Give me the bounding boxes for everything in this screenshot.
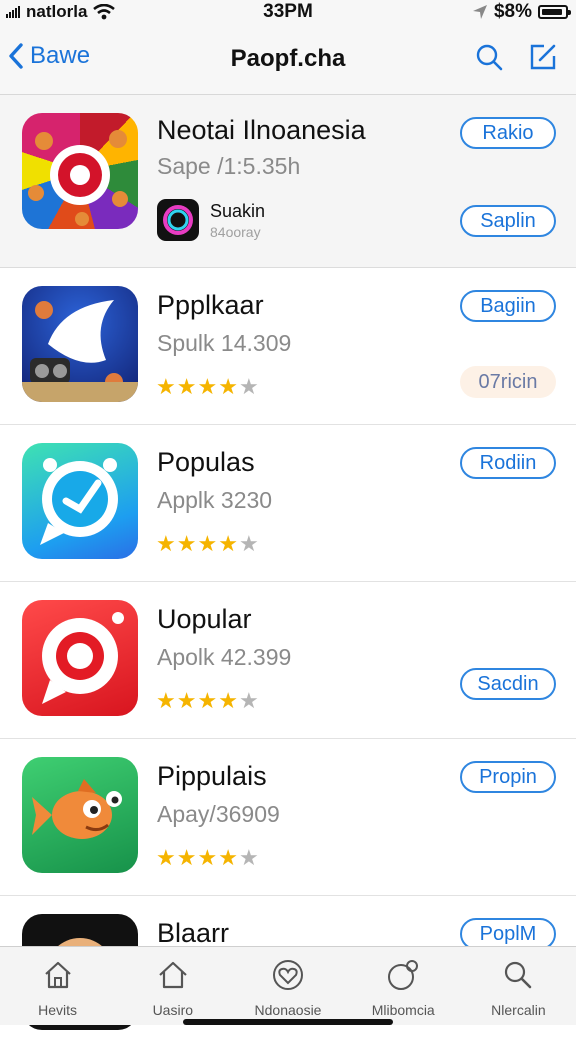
featured-mini-title: Suakin xyxy=(210,201,266,221)
app-icon[interactable] xyxy=(22,443,138,559)
rating-stars: ★ ★ ★ ★ ★ xyxy=(156,531,259,556)
compose-icon[interactable] xyxy=(528,42,558,72)
rating-stars: ★ ★ ★ ★ ★ xyxy=(156,374,259,399)
app-get-button[interactable]: Rodiin xyxy=(460,447,556,479)
featured-app-name: Neotai Ilnoanesia xyxy=(157,115,366,145)
app-subtitle: Apolk 42.399 xyxy=(157,644,292,670)
featured-mini-app-icon[interactable] xyxy=(157,199,199,241)
tab-label: Nlercalin xyxy=(491,1002,546,1018)
tab-nlercalin[interactable]: Nlercalin xyxy=(461,947,576,1025)
tab-bar: Hevits Uasiro Ndonaosie Mlibomcia Nlerca… xyxy=(0,946,576,1025)
home-icon xyxy=(44,961,71,989)
navigation-bar: Bawe Paopf.cha xyxy=(0,26,576,95)
house-icon xyxy=(159,961,187,989)
app-secondary-button[interactable]: 07ricin xyxy=(460,366,556,398)
battery-icon xyxy=(538,5,571,19)
app-icon[interactable] xyxy=(22,286,138,402)
app-name: Ppplkaar xyxy=(157,290,264,320)
app-row[interactable]: Pippulais Apay/36909 ★ ★ ★ ★ ★ Propin xyxy=(0,739,576,896)
status-right: $8% xyxy=(472,1,571,23)
status-bar: natlorla 33PM $8% xyxy=(0,0,576,26)
search-icon xyxy=(505,961,532,989)
featured-app-subtitle: Sape /1:5.35h xyxy=(157,153,301,179)
tab-label: Hevits xyxy=(38,1002,78,1018)
app-row[interactable]: Uopular Apolk 42.399 ★ ★ ★ ★ ★ Sacdin xyxy=(0,582,576,739)
app-name: Pippulais xyxy=(157,761,267,791)
tab-hevits[interactable]: Hevits xyxy=(0,947,115,1025)
featured-mini-button[interactable]: Saplin xyxy=(460,205,556,237)
profile-icon xyxy=(388,960,419,990)
heart-icon xyxy=(273,960,303,990)
app-icon[interactable] xyxy=(22,757,138,873)
location-arrow-icon xyxy=(472,5,487,19)
app-name: Populas xyxy=(157,447,255,477)
featured-app-card[interactable]: Neotai Ilnoanesia Sape /1:5.35h Rakio Su… xyxy=(0,95,576,268)
ring-icon xyxy=(163,205,193,235)
app-subtitle: Spulk 14.309 xyxy=(157,330,292,356)
app-icon[interactable] xyxy=(22,600,138,716)
tab-ndonaosie[interactable]: Ndonaosie xyxy=(230,947,345,1025)
app-subtitle: Applk 3230 xyxy=(157,487,273,513)
home-indicator[interactable] xyxy=(183,1019,393,1025)
featured-get-button[interactable]: Rakio xyxy=(460,117,556,149)
battery-percent: $8% xyxy=(493,1,532,22)
tab-label: Uasiro xyxy=(152,1002,194,1018)
tab-uasiro[interactable]: Uasiro xyxy=(115,947,230,1025)
featured-mini-subtitle: 84ooray xyxy=(210,224,261,240)
app-name: Uopular xyxy=(157,604,252,634)
app-row[interactable]: Ppplkaar Spulk 14.309 ★ ★ ★ ★ ★ Bagiin 07ric… xyxy=(0,268,576,425)
tab-label: Mlibomcia xyxy=(371,1002,435,1018)
fish-icon xyxy=(32,779,122,839)
app-get-button[interactable]: Sacdin xyxy=(460,668,556,700)
app-get-button[interactable]: Propin xyxy=(460,761,556,793)
app-list: Neotai Ilnoanesia Sape /1:5.35h Rakio Su… xyxy=(0,95,576,1052)
chat-bubble-icon xyxy=(40,458,118,545)
featured-app-icon[interactable] xyxy=(22,113,138,229)
app-get-button[interactable]: Bagiin xyxy=(460,290,556,322)
tab-label: Ndonaosie xyxy=(254,1002,322,1018)
tab-mlibomcia[interactable]: Mlibomcia xyxy=(346,947,461,1025)
app-name: Blaarr xyxy=(157,918,230,948)
moon-radio-icon xyxy=(22,300,138,402)
target-icon xyxy=(28,130,128,226)
rating-stars: ★ ★ ★ ★ ★ xyxy=(156,688,259,713)
camera-chat-icon xyxy=(42,612,124,704)
search-icon[interactable] xyxy=(474,42,504,72)
rating-stars: ★ ★ ★ ★ ★ xyxy=(156,845,259,870)
nav-actions xyxy=(474,42,558,72)
app-row[interactable]: Populas Applk 3230 ★ ★ ★ ★ ★ Rodiin xyxy=(0,425,576,582)
app-subtitle: Apay/36909 xyxy=(157,801,280,827)
